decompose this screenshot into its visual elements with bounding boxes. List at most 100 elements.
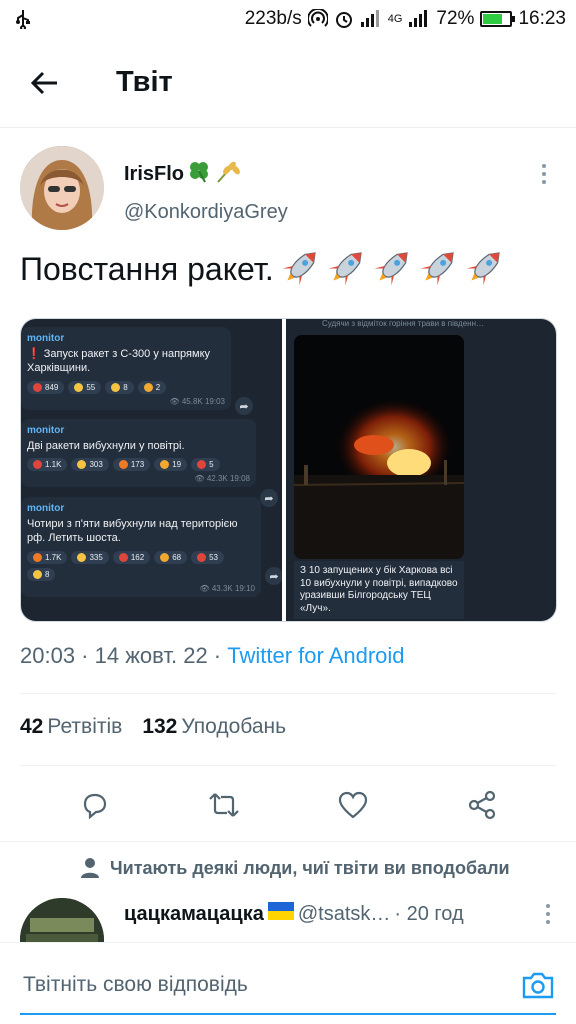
avatar[interactable] <box>20 146 104 230</box>
forward-icon: ➦ <box>265 567 282 585</box>
share-icon <box>468 790 495 820</box>
reaction-chip: 19 <box>154 458 188 472</box>
tweet-media: monitor ❗ Запуск ракет з С-300 у напрямку… <box>20 318 557 622</box>
rocket-icon <box>282 252 316 286</box>
rocket-icon <box>374 252 408 286</box>
reaction-emoji-icon <box>33 382 42 392</box>
forward-icon: ➦ <box>260 489 278 507</box>
reaction-emoji-icon <box>33 552 42 562</box>
message-meta: 👁 43.3K 19:10 <box>199 583 255 593</box>
fire-photo <box>294 335 464 559</box>
wheat-icon <box>214 158 240 190</box>
reaction-count: 8 <box>123 382 128 392</box>
message-text: Дві ракети вибухнули у повітрі. <box>27 440 185 452</box>
reactions: 849 55 8 2 <box>27 380 225 394</box>
rocket-icon <box>420 252 454 286</box>
reaction-chip: 68 <box>154 550 188 564</box>
source-app-link[interactable]: Twitter for Android <box>227 643 404 668</box>
message-meta: 👁 42.3K 19:08 <box>194 474 250 484</box>
reaction-emoji-icon <box>118 460 128 470</box>
telegram-message: monitor ❗ Запуск ракет з С-300 у напрямку… <box>21 327 231 410</box>
reaction-chip: 1.7K <box>27 550 68 564</box>
reaction-emoji-icon <box>111 382 121 392</box>
battery-percent: 72% <box>436 8 475 29</box>
reaction-emoji-icon <box>77 552 87 562</box>
reaction-emoji-icon <box>33 569 42 579</box>
tweet: IrisFlo @KonkordiyaGrey Повстання ракет.… <box>0 128 576 982</box>
hotspot-icon <box>307 9 328 29</box>
tweet-text: Повстання ракет. <box>20 245 510 293</box>
reaction-emoji-icon <box>160 460 170 470</box>
message-text: Чотири з п'яти вибухнули над територією … <box>27 518 238 545</box>
reply-handle: @tsatsk… <box>297 902 391 925</box>
reaction-chip: 2 <box>137 380 167 394</box>
clover-icon <box>186 158 212 190</box>
camera-button[interactable] <box>520 967 556 1003</box>
divider <box>20 693 556 694</box>
reaction-chip: 53 <box>191 550 224 564</box>
forward-icon: ➦ <box>235 397 253 415</box>
like-button[interactable] <box>333 785 373 825</box>
reaction-chip: 849 <box>27 380 65 394</box>
camera-icon <box>522 972 554 999</box>
reaction-emoji-icon <box>74 382 84 392</box>
media-image-fire[interactable]: Судячи з відміток горіння трави в півден… <box>286 319 556 621</box>
telegram-message: monitor Чотири з п'яти вибухнули над тери… <box>21 497 261 597</box>
retweets-stat[interactable]: 42 Ретвітів <box>20 715 122 739</box>
reactions: 1.1K 303 173 19 5 <box>27 458 250 472</box>
reaction-count: 53 <box>209 552 218 562</box>
image-header-text: Судячи з відміток горіння трави в півден… <box>322 319 484 328</box>
tweet-author: IrisFlo @KonkordiyaGrey <box>0 128 576 238</box>
ukraine-flag-icon <box>267 902 294 926</box>
alarm-icon <box>334 9 354 29</box>
reply-button[interactable] <box>75 785 115 825</box>
reaction-chip: 8 <box>27 567 56 581</box>
message-source: monitor <box>27 333 65 344</box>
reply-author[interactable]: цацкамацацка @tsatsk… · 20 год <box>124 902 464 926</box>
message-source: monitor <box>27 425 65 436</box>
divider <box>20 765 556 766</box>
rocket-emojis <box>280 245 510 293</box>
reaction-count: 303 <box>89 460 103 470</box>
retweet-icon <box>208 793 239 817</box>
author-handle[interactable]: @KonkordiyaGrey <box>124 201 288 224</box>
reaction-chip: 162 <box>112 550 151 564</box>
reaction-emoji-icon <box>77 460 87 470</box>
reactions: 1.7K 335 162 68 53 8 <box>27 550 255 581</box>
back-arrow-icon <box>31 71 57 94</box>
status-bar: 223b/s 4G 72% 16:23 <box>0 0 576 38</box>
reply-input[interactable]: Твітніть свою відповідь <box>20 957 556 1015</box>
reply-context: Читають деякі люди, чиї твіти ви вподоба… <box>80 857 510 879</box>
telegram-message: monitor Дві ракети вибухнули у повітрі. 1.… <box>21 419 256 488</box>
reaction-emoji-icon <box>197 460 207 470</box>
media-image-telegram[interactable]: monitor ❗ Запуск ракет з С-300 у напрямку… <box>21 319 282 621</box>
reaction-emoji-icon <box>118 552 128 562</box>
share-button[interactable] <box>462 785 502 825</box>
battery-icon <box>480 11 516 27</box>
reply-more-button[interactable] <box>536 902 560 926</box>
reaction-count: 849 <box>45 382 59 392</box>
message-text: ❗ Запуск ракет з С-300 у напрямку Харків… <box>27 348 211 375</box>
reaction-chip: 5 <box>191 458 220 472</box>
rocket-icon <box>328 252 362 286</box>
page-title: Твіт <box>116 66 173 98</box>
more-options-button[interactable] <box>532 162 556 186</box>
author-name[interactable]: IrisFlo <box>124 158 240 190</box>
signal-icon <box>360 10 382 28</box>
back-button[interactable] <box>0 38 90 128</box>
retweet-button[interactable] <box>204 785 244 825</box>
reaction-count: 162 <box>130 552 145 562</box>
reply-compose-bar: Твітніть свою відповідь <box>0 942 576 1024</box>
reaction-chip: 173 <box>112 458 151 472</box>
tweet-timestamp: 20:03 · 14 жовт. 22 · Twitter for Androi… <box>20 643 405 668</box>
reaction-count: 335 <box>89 552 103 562</box>
signal-icon-2 <box>408 10 430 28</box>
top-bar: Твіт <box>0 38 576 128</box>
reply-tweet[interactable]: цацкамацацка @tsatsk… · 20 год <box>20 898 560 982</box>
reaction-count: 1.1K <box>45 460 62 470</box>
reaction-count: 55 <box>86 382 96 392</box>
likes-stat[interactable]: 132 Уподобань <box>142 715 286 739</box>
reaction-chip: 55 <box>68 380 102 394</box>
rocket-icon <box>466 252 500 286</box>
tweet-stats: 42 Ретвітів 132 Уподобань <box>20 715 286 739</box>
